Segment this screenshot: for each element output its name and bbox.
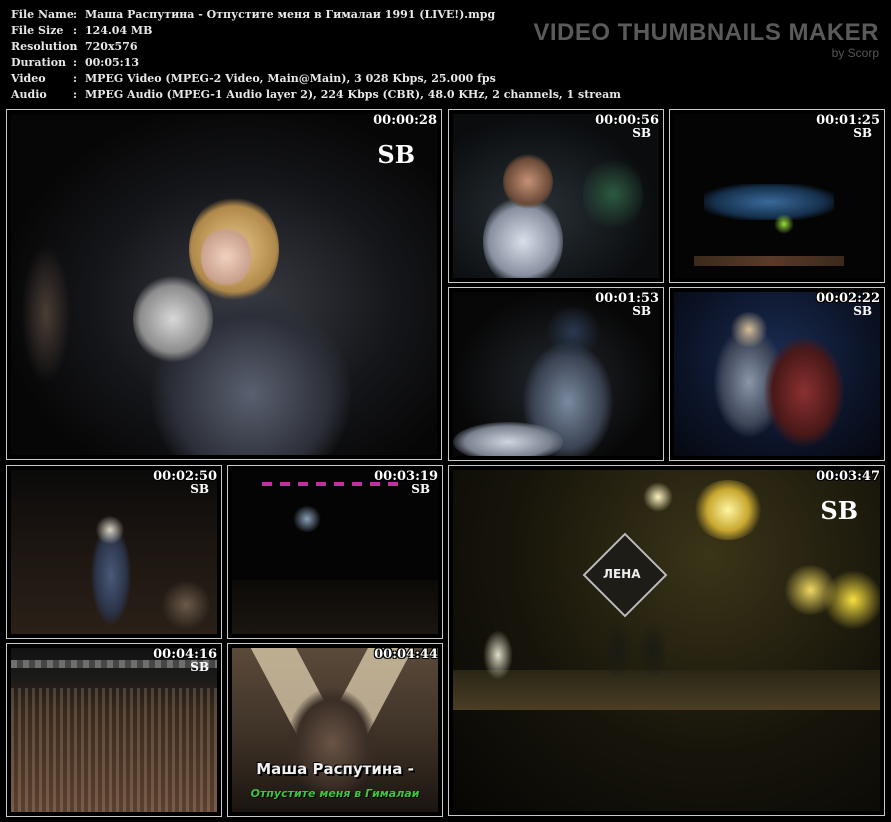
thumbnail-9[interactable]: 00:04:16 SB [6, 643, 222, 817]
thumbnail-6[interactable]: 00:02:50 SB [6, 465, 222, 639]
watermark-logo: SB [377, 140, 415, 169]
video-frame: ЛЕНА [453, 470, 880, 811]
watermark-logo: SB [190, 482, 209, 496]
watermark-logo: SB [820, 496, 858, 525]
video-frame [674, 292, 880, 456]
info-key: Duration [11, 56, 67, 69]
video-frame [11, 114, 437, 455]
timestamp: 00:02:50 [153, 469, 217, 484]
timestamp: 00:01:25 [816, 113, 880, 128]
timestamp: 00:03:47 [816, 469, 880, 484]
video-frame [11, 648, 217, 812]
brand-logo: VIDEO THUMBNAILS MAKER by Scorp [533, 19, 879, 61]
timestamp: 00:04:16 [153, 647, 217, 662]
info-value: 124.04 MB [85, 24, 153, 37]
thumbnail-3[interactable]: 00:01:25 SB [669, 109, 885, 283]
watermark-logo: SB [632, 304, 651, 318]
watermark-logo: SB [190, 660, 209, 674]
timestamp: 00:01:53 [595, 291, 659, 306]
brand-title: VIDEO THUMBNAILS MAKER [533, 19, 879, 46]
thumbnail-7[interactable]: 00:03:19 SB [227, 465, 443, 639]
timestamp: 00:03:19 [374, 469, 438, 484]
timestamp: 00:04:44 [374, 647, 438, 662]
watermark-logo: SB [853, 126, 872, 140]
brand-subtitle: by Scorp [831, 46, 879, 60]
video-frame [453, 114, 659, 278]
thumbnail-4[interactable]: 00:01:53 SB [448, 287, 664, 461]
info-value: MPEG Video (MPEG-2 Video, Main@Main), 3 … [85, 72, 496, 85]
watermark-logo: SB [632, 126, 651, 140]
info-key: Video [11, 72, 46, 85]
watermark-logo: SB [411, 482, 430, 496]
thumbnail-5[interactable]: 00:02:22 SB [669, 287, 885, 461]
info-row-file-name: File Name: Маша Распутина - Отпустите ме… [11, 8, 496, 21]
watermark-logo: SB [853, 304, 872, 318]
info-key: File Size [11, 24, 64, 37]
info-key: Resolution [11, 40, 78, 53]
file-info-panel: File Name: Маша Распутина - Отпустите ме… [11, 7, 621, 103]
thumbnail-2[interactable]: 00:00:56 SB [448, 109, 664, 283]
info-value: 720x576 [85, 40, 138, 53]
info-value: Маша Распутина - Отпустите меня в Гимала… [85, 8, 496, 21]
info-row-video: Video: MPEG Video (MPEG-2 Video, Main@Ma… [11, 72, 496, 85]
thumbnail-8[interactable]: ЛЕНА 00:03:47 SB [448, 465, 885, 816]
info-row-duration: Duration: 00:05:13 [11, 56, 140, 69]
caption-artist: Маша Распутина - [256, 760, 414, 778]
timestamp: 00:00:28 [373, 113, 437, 128]
timestamp: 00:00:56 [595, 113, 659, 128]
info-row-file-size: File Size: 124.04 MB [11, 24, 153, 37]
info-row-audio: Audio: MPEG Audio (MPEG-1 Audio layer 2)… [11, 88, 621, 101]
info-key: Audio [11, 88, 47, 101]
info-key: File Name [11, 8, 74, 21]
info-row-resolution: Resolution: 720x576 [11, 40, 138, 53]
info-value: 00:05:13 [85, 56, 140, 69]
video-frame [11, 470, 217, 634]
video-frame [232, 470, 438, 634]
video-frame [453, 292, 659, 456]
thumbnail-1[interactable]: 00:00:28 SB [6, 109, 442, 460]
video-frame [674, 114, 880, 278]
thumbnail-10[interactable]: 00:04:44 Маша Распутина - Отпустите меня… [227, 643, 443, 817]
caption-song: Отпустите меня в Гималаи [250, 787, 420, 800]
timestamp: 00:02:22 [816, 291, 880, 306]
stage-sign-text: ЛЕНА [603, 567, 641, 581]
info-value: MPEG Audio (MPEG-1 Audio layer 2), 224 K… [85, 88, 621, 101]
